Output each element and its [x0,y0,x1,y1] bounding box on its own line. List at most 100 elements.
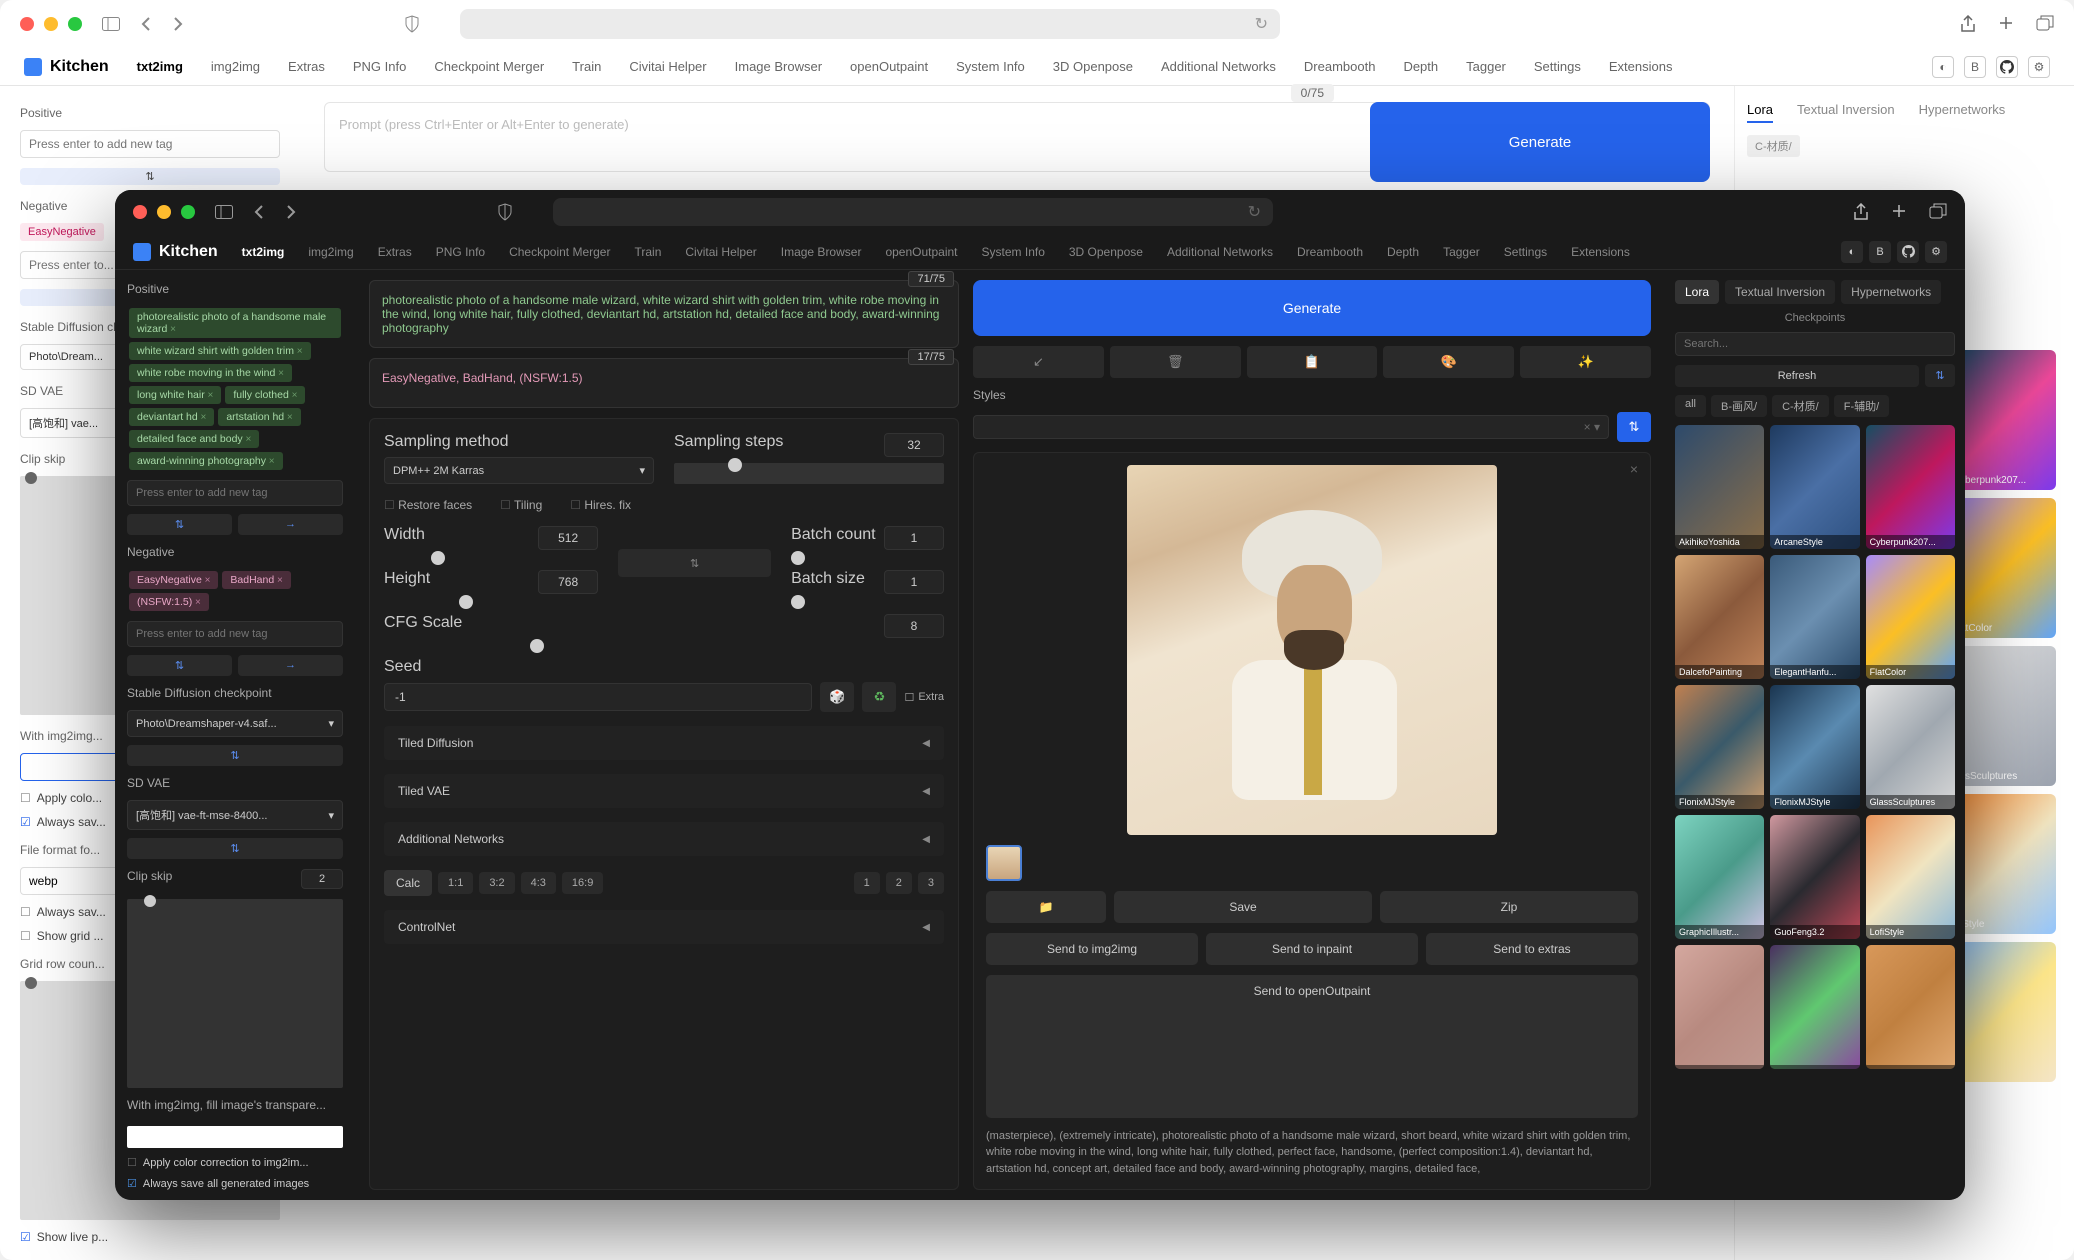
height-value[interactable]: 768 [538,570,598,594]
shield-icon[interactable] [404,15,420,33]
gallery-card[interactable] [1675,945,1764,1069]
send-openoutpaint-button[interactable]: Send to openOutpaint [986,975,1638,1118]
pos-action-icon[interactable]: ⇅ [20,168,280,185]
send-inpaint-button[interactable]: Send to inpaint [1206,933,1418,965]
theme-icon[interactable]: ◐ [1841,241,1863,263]
tab-png-info[interactable]: PNG Info [436,245,485,259]
theme-icon[interactable]: ◐ [1932,56,1954,78]
tiled-vae-section[interactable]: Tiled VAE [384,774,944,808]
gallery-card[interactable]: FlonixMJStyle [1770,685,1859,809]
sampling-method-select[interactable]: DPM++ 2M Karras▾ [384,457,654,484]
pos-action2-icon[interactable]: → [238,514,343,535]
new-tab-icon[interactable] [1891,203,1907,221]
tab-tagger[interactable]: Tagger [1466,59,1506,74]
tab-additional-networks[interactable]: Additional Networks [1167,245,1273,259]
gallery-card[interactable]: ArcaneStyle [1770,425,1859,549]
tab-hypernetworks[interactable]: Hypernetworks [1919,102,2006,123]
tab-tagger[interactable]: Tagger [1443,245,1480,259]
positive-tag[interactable]: long white hair [129,386,221,404]
num-button[interactable]: 1 [854,872,880,894]
gallery-card[interactable]: ssSculptures [1956,646,2056,786]
clip-skip-value[interactable]: 2 [301,869,343,889]
back-icon[interactable] [253,204,265,220]
maximize-window-icon[interactable] [181,205,195,219]
tab-3d-openpose[interactable]: 3D Openpose [1069,245,1143,259]
styles-select[interactable]: × ▾ [973,415,1609,439]
dice-icon[interactable]: 🎲 [820,682,854,712]
gallery-card[interactable] [1866,945,1955,1069]
bold-icon[interactable]: B [1869,241,1891,263]
palette-icon[interactable]: 🎨 [1383,346,1514,378]
tiling-check[interactable]: Tiling [500,498,542,512]
close-window-icon[interactable] [20,17,34,31]
reload-icon[interactable]: ↻ [1248,202,1261,222]
tab-hypernetworks[interactable]: Hypernetworks [1841,280,1941,304]
back-icon[interactable] [140,16,152,32]
address-bar[interactable]: ↻ [460,9,1280,39]
tab-image-browser[interactable]: Image Browser [781,245,862,259]
hires-fix-check[interactable]: Hires. fix [570,498,631,512]
tab-checkpoint-merger[interactable]: Checkpoint Merger [509,245,610,259]
positive-tag[interactable]: artstation hd [218,408,300,426]
new-tab-icon[interactable] [1998,15,2014,33]
bold-icon[interactable]: B [1964,56,1986,78]
pos-action1-icon[interactable]: ⇅ [127,514,232,535]
tab-civitai-helper[interactable]: Civitai Helper [629,59,706,74]
always-save-check[interactable]: Always save all generated images [127,1177,343,1190]
sidebar-toggle-icon[interactable] [215,205,233,219]
neg-action2-icon[interactable]: → [238,655,343,676]
neg-tag[interactable]: EasyNegative [20,223,104,241]
gallery-card[interactable]: GlassSculptures [1866,685,1955,809]
gallery-card[interactable]: FlatColor [1866,555,1955,679]
positive-tag-input[interactable] [127,480,343,506]
tabs-icon[interactable] [2036,15,2054,33]
restore-faces-check[interactable]: Restore faces [384,498,472,512]
positive-tag[interactable]: white robe moving in the wind [129,364,292,382]
tabs-icon[interactable] [1929,203,1947,221]
gallery-card[interactable]: yberpunk207... [1956,350,2056,490]
share-icon[interactable] [1960,15,1976,33]
ratio-button[interactable]: 4:3 [521,872,556,894]
tab-png-info[interactable]: PNG Info [353,59,406,74]
tab-extensions[interactable]: Extensions [1571,245,1630,259]
sd-vae-select[interactable]: [高饱和] vae-ft-mse-8400...▾ [127,800,343,830]
arrow-icon[interactable]: ↙ [973,346,1104,378]
tiled-diffusion-section[interactable]: Tiled Diffusion [384,726,944,760]
batch-size-value[interactable]: 1 [884,570,944,594]
show-live-check[interactable]: Show live p... [20,1230,280,1244]
generate-button[interactable]: Generate [973,280,1651,336]
additional-networks-section[interactable]: Additional Networks [384,822,944,856]
width-value[interactable]: 512 [538,526,598,550]
generate-button[interactable]: Generate [1370,102,1710,182]
filter-chip[interactable]: F-辅助/ [1834,395,1889,417]
steps-slider[interactable] [674,463,944,484]
forward-icon[interactable] [285,204,297,220]
positive-prompt-box[interactable]: 71/75 photorealistic photo of a handsome… [369,280,959,348]
filter-chip[interactable]: C-材质/ [1772,395,1829,417]
tab-extensions[interactable]: Extensions [1609,59,1673,74]
sparkle-icon[interactable]: ✨ [1520,346,1651,378]
num-button[interactable]: 3 [918,872,944,894]
positive-tag-input[interactable] [20,130,280,158]
tab-lora[interactable]: Lora [1747,102,1773,123]
settings-icon[interactable]: ⚙ [2028,56,2050,78]
clipboard-icon[interactable]: 📋 [1247,346,1378,378]
tab-settings[interactable]: Settings [1504,245,1547,259]
gallery-card[interactable]: GraphicIllustr... [1675,815,1764,939]
zip-button[interactable]: Zip [1380,891,1638,923]
clip-skip-slider[interactable] [127,899,343,1088]
filter-chip[interactable]: B-画风/ [1711,395,1767,417]
tab-extras[interactable]: Extras [288,59,325,74]
negative-tag[interactable]: BadHand [222,571,290,589]
reload-icon[interactable]: ↻ [1255,14,1268,34]
tab-textual-inversion[interactable]: Textual Inversion [1797,102,1895,123]
tab-dreambooth[interactable]: Dreambooth [1304,59,1376,74]
open-folder-button[interactable]: 📁 [986,891,1106,923]
address-bar[interactable]: ↻ [553,198,1273,226]
tab-train[interactable]: Train [572,59,601,74]
settings-icon[interactable]: ⚙ [1925,241,1947,263]
tab-train[interactable]: Train [634,245,661,259]
gallery-card[interactable]: FlonixMJStyle [1675,685,1764,809]
filter-chip[interactable]: all [1675,395,1706,417]
gallery-card[interactable]: DalcefoPainting [1675,555,1764,679]
